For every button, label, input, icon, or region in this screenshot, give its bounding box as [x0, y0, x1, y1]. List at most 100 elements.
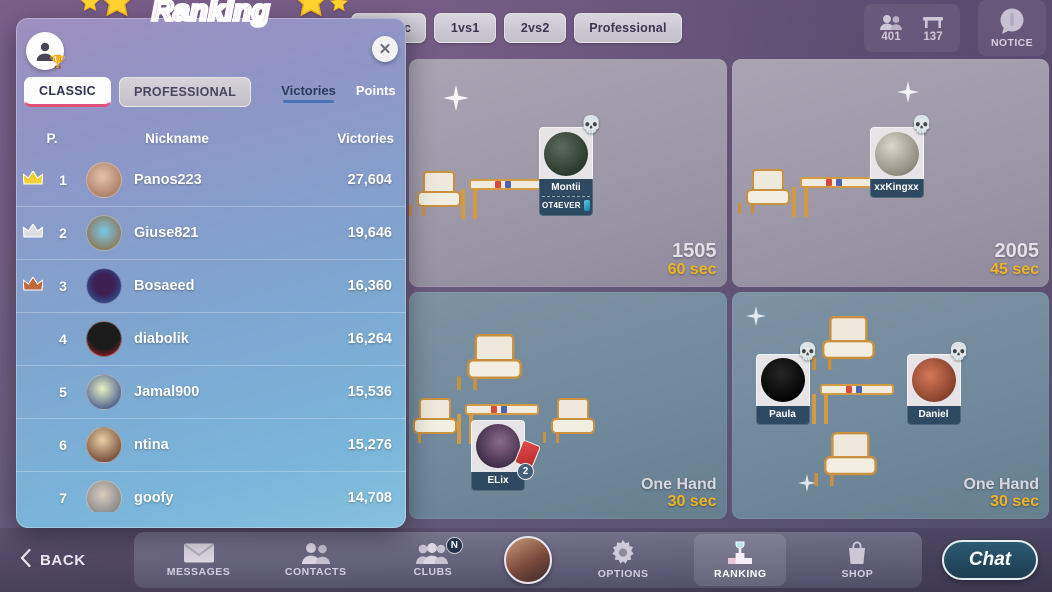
notice-button[interactable]: NOTICE: [978, 0, 1046, 56]
subtab-points[interactable]: Points: [350, 81, 402, 103]
player-name-bar: Montii OT4EVER: [539, 179, 593, 216]
club-badge-icon: [583, 200, 590, 211]
table-row[interactable]: 4 diabolik 16,264: [16, 313, 406, 366]
nav-item-options[interactable]: OPTIONS: [577, 534, 669, 586]
nav-label: MESSAGES: [166, 566, 231, 578]
skull-icon: 💀: [948, 341, 970, 361]
table-card[interactable]: 💀 Paula 💀 Daniel One Hand 30 sec: [731, 291, 1049, 519]
crown-silver-icon: [16, 222, 50, 243]
speech-bubble-icon: [997, 7, 1027, 35]
table-row[interactable]: 5 Jamal900 15,536: [16, 366, 406, 419]
avatar: [86, 215, 122, 251]
row-nickname: Panos223: [134, 172, 202, 188]
nav-item-clubs[interactable]: N CLUBS: [387, 534, 479, 586]
player-name: xxKingxx: [874, 182, 919, 193]
player-name: Daniel: [918, 408, 949, 420]
table-icon: [922, 14, 944, 30]
row-value: 15,276: [347, 437, 392, 453]
row-nickname: ntina: [134, 437, 169, 453]
row-nickname: Jamal900: [134, 384, 200, 400]
tab-classic-ranking[interactable]: CLASSIC: [24, 77, 111, 107]
skull-icon: 💀: [797, 341, 819, 361]
table-row[interactable]: 7 goofy 14,708: [16, 472, 406, 512]
table-stake: 2005: [994, 239, 1040, 262]
crown-bronze-icon: [16, 275, 50, 296]
tables-open-count: 137: [923, 31, 943, 43]
player-tile[interactable]: 💀 Daniel: [906, 343, 970, 425]
table-mode: One Hand: [963, 476, 1039, 494]
back-label: BACK: [40, 551, 86, 569]
back-button[interactable]: BACK: [0, 548, 134, 571]
column-header-nickname: Nickname: [145, 130, 209, 146]
table-card[interactable]: 💀 Montii OT4EVER 1505 60 sec: [409, 59, 727, 287]
nav-label: RANKING: [714, 568, 767, 580]
nav-item-shop[interactable]: SHOP: [811, 534, 903, 586]
nav-item-ranking[interactable]: RANKING: [694, 534, 787, 586]
chat-label: Chat: [968, 549, 1012, 570]
player-tile[interactable]: 💀 Paula: [755, 343, 819, 425]
subtab-victories[interactable]: Victories: [275, 81, 342, 103]
row-nickname: Bosaeed: [134, 278, 195, 294]
seat-count-badge: 2: [517, 462, 534, 480]
table-timer: 45 sec: [990, 260, 1039, 278]
tab-2vs2[interactable]: 2vs2: [504, 13, 567, 43]
avatar: [86, 427, 122, 463]
ranking-tabs: CLASSIC PROFESSIONAL Victories Points: [16, 70, 406, 114]
ranking-column-headers: P. Nickname Victories: [16, 122, 406, 154]
close-icon[interactable]: ✕: [372, 36, 398, 62]
ranking-list[interactable]: 1 Panos223 27,604 2 Giuse821 19,646 3 Bo…: [16, 154, 406, 512]
row-position: 6: [59, 437, 67, 453]
player-name: ELix: [487, 474, 509, 486]
nav-label: OPTIONS: [597, 568, 649, 580]
tables-grid: 💀 Montii OT4EVER 1505 60 sec 💀 xxKingxx …: [406, 56, 1052, 522]
player-avatar: [539, 127, 593, 179]
player-name: Paula: [769, 408, 796, 420]
tab-professional[interactable]: Professional: [574, 13, 682, 43]
player-avatar: [869, 127, 924, 179]
row-value: 19,646: [347, 225, 392, 241]
chat-button[interactable]: Chat: [942, 540, 1038, 580]
row-value: 16,360: [347, 278, 392, 294]
table-row[interactable]: 1 Panos223 27,604: [16, 154, 406, 207]
nav-item-contacts[interactable]: CONTACTS: [270, 534, 362, 586]
tab-professional-ranking[interactable]: PROFESSIONAL: [118, 77, 252, 107]
table-info: One Hand 30 sec: [963, 477, 1039, 511]
table-row[interactable]: 6 ntina 15,276: [16, 419, 406, 472]
table-info: 2005 45 sec: [990, 239, 1040, 279]
row-value: 27,604: [347, 172, 392, 188]
table-row[interactable]: 3 Bosaeed 16,360: [16, 260, 406, 313]
people-icon: [300, 542, 332, 564]
player-avatar: [906, 353, 961, 406]
nav-item-messages[interactable]: MESSAGES: [153, 534, 245, 586]
podium-icon: [725, 540, 755, 566]
player-tile[interactable]: 💀 xxKingxx: [869, 116, 933, 198]
trophy-icon: 🏆: [49, 54, 66, 69]
row-value: 15,536: [347, 384, 392, 400]
sparkle-icon: [797, 473, 816, 497]
avatar: [86, 162, 122, 198]
table-card[interactable]: 2 ELix One Hand 30 sec: [409, 291, 727, 519]
tables-open-counter: 137: [922, 14, 944, 43]
table-mode: One Hand: [640, 476, 717, 494]
avatar: [86, 268, 122, 304]
row-position: 3: [59, 278, 67, 294]
table-card[interactable]: 💀 xxKingxx 2005 45 sec: [731, 59, 1049, 287]
player-name-bar: xxKingxx: [869, 179, 924, 198]
skull-icon: 💀: [580, 115, 602, 134]
player-tile[interactable]: 💀 Montii OT4EVER: [539, 116, 602, 216]
clubs-notification-badge: N: [445, 537, 463, 554]
bottom-navigation: BACK MESSAGES CONTACTS N CLUBS OPTIONS R…: [0, 528, 1052, 592]
row-nickname: diabolik: [134, 331, 189, 347]
gear-icon: [610, 540, 636, 566]
profile-trophy-icon[interactable]: 🏆: [26, 32, 66, 70]
avatar: [86, 374, 122, 410]
row-value: 14,708: [347, 490, 392, 506]
row-value: 16,264: [347, 331, 392, 347]
user-avatar[interactable]: [503, 536, 552, 584]
sparkle-icon: [896, 81, 919, 108]
sparkle-icon: [745, 305, 766, 331]
tab-1vs1[interactable]: 1vs1: [434, 13, 497, 43]
table-row[interactable]: 2 Giuse821 19,646: [16, 207, 406, 260]
player-tile[interactable]: 2 ELix: [471, 419, 541, 491]
avatar: [86, 480, 122, 512]
